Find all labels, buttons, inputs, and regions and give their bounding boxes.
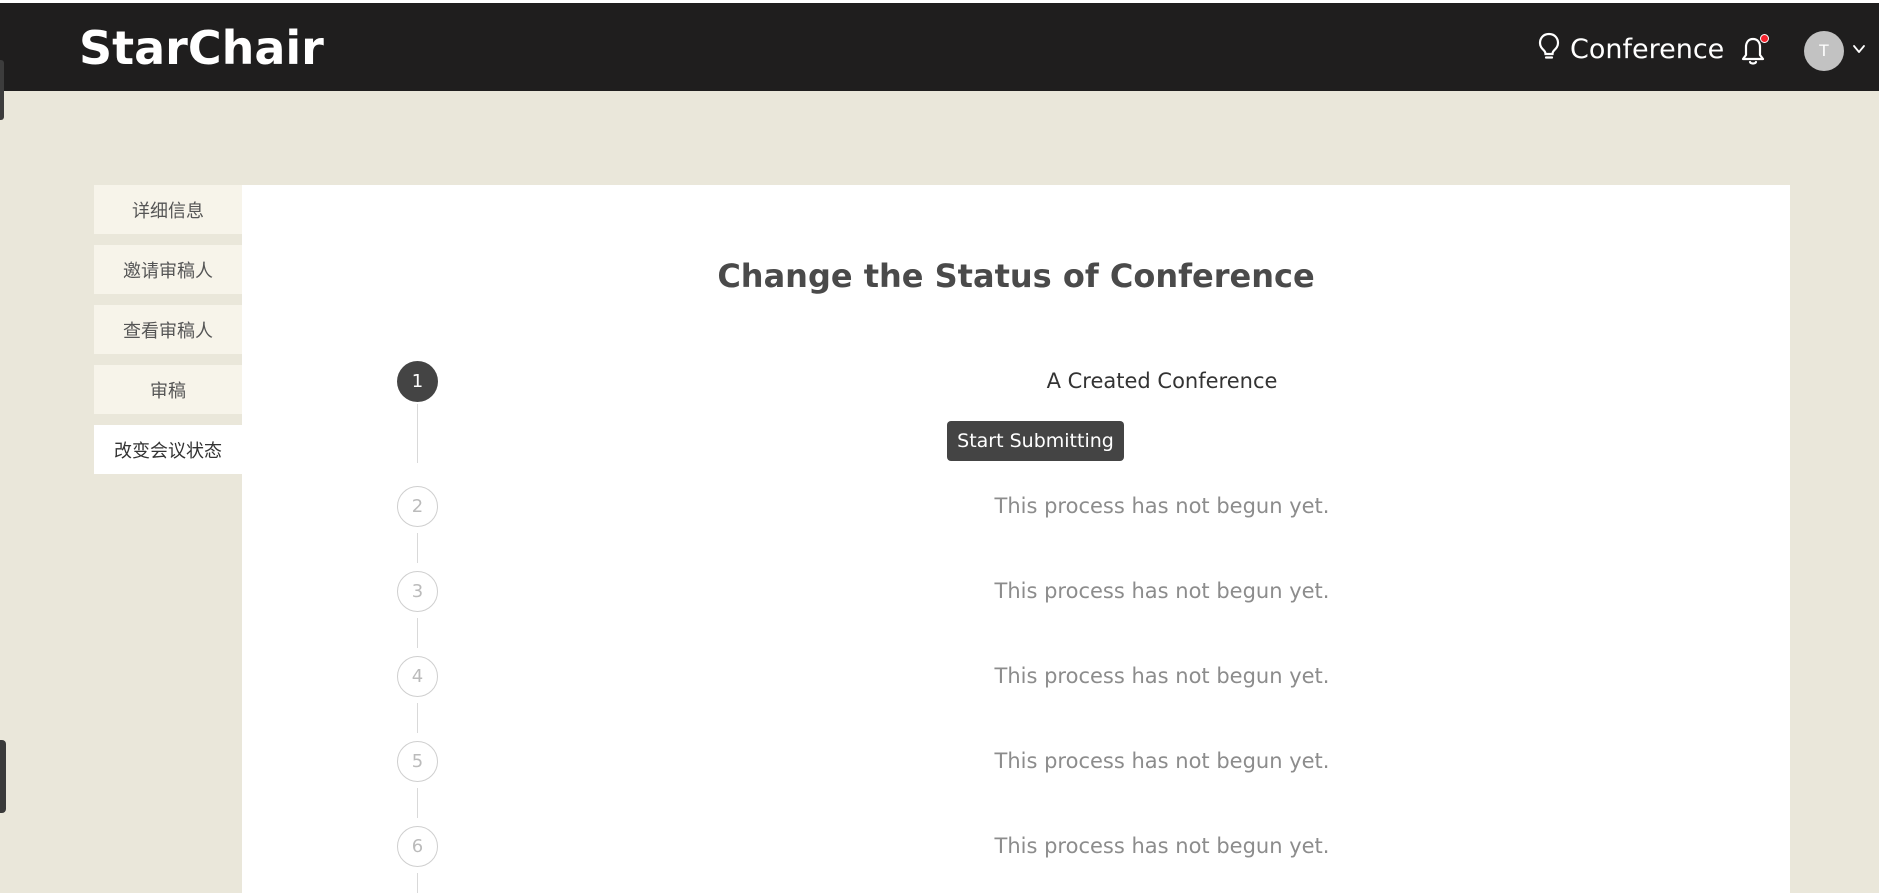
status-steps: 1 A Created Conference Start Submitting … [242, 185, 1790, 893]
step-indicator: 6 [397, 826, 438, 867]
chevron-down-icon[interactable] [1852, 42, 1866, 56]
nav-conference-label: Conference [1570, 33, 1725, 65]
step-description: This process has not begun yet. [994, 749, 1330, 773]
nav-conference-link[interactable]: Conference [1538, 31, 1724, 67]
step-description: This process has not begun yet. [994, 834, 1330, 858]
sidebar-item-invite-reviewers[interactable]: 邀请审稿人 [94, 245, 242, 294]
sidebar-item-label: 邀请审稿人 [123, 260, 213, 282]
sidebar-item-change-status[interactable]: 改变会议状态 [94, 425, 242, 474]
step-connector [417, 703, 418, 733]
content-panel: Change the Status of Conference 1 A Crea… [242, 185, 1790, 893]
step-connector [417, 873, 418, 893]
sidebar-item-label: 查看审稿人 [123, 320, 213, 342]
step-description: This process has not begun yet. [994, 664, 1330, 688]
sidebar-item-view-reviewers[interactable]: 查看审稿人 [94, 305, 242, 354]
notification-badge [1760, 34, 1769, 43]
step-indicator: 5 [397, 741, 438, 782]
step-connector [417, 404, 418, 463]
step-indicator: 4 [397, 656, 438, 697]
sidebar-item-details[interactable]: 详细信息 [94, 185, 242, 234]
top-navbar: StarChair Conference T [0, 3, 1879, 91]
sidebar-item-label: 审稿 [150, 380, 186, 402]
step-indicator: 2 [397, 486, 438, 527]
side-edge-handle-bottom[interactable] [0, 740, 6, 813]
side-edge-handle-top[interactable] [0, 60, 4, 120]
step-description: This process has not begun yet. [994, 494, 1330, 518]
lightbulb-icon [1538, 32, 1560, 67]
sidebar-item-label: 改变会议状态 [114, 440, 222, 462]
step-connector [417, 788, 418, 818]
sidebar-item-review[interactable]: 审稿 [94, 365, 242, 414]
start-submitting-button[interactable]: Start Submitting [947, 421, 1124, 461]
app-logo[interactable]: StarChair [79, 21, 324, 75]
step-description: This process has not begun yet. [994, 579, 1330, 603]
step-indicator: 1 [397, 361, 438, 402]
step-connector [417, 618, 418, 648]
step-connector [417, 533, 418, 563]
step-indicator: 3 [397, 571, 438, 612]
sidebar-item-label: 详细信息 [132, 200, 204, 222]
avatar[interactable]: T [1804, 31, 1844, 71]
step-title: A Created Conference [1046, 369, 1278, 393]
conference-sidebar: 详细信息 邀请审稿人 查看审稿人 审稿 改变会议状态 [94, 185, 242, 485]
